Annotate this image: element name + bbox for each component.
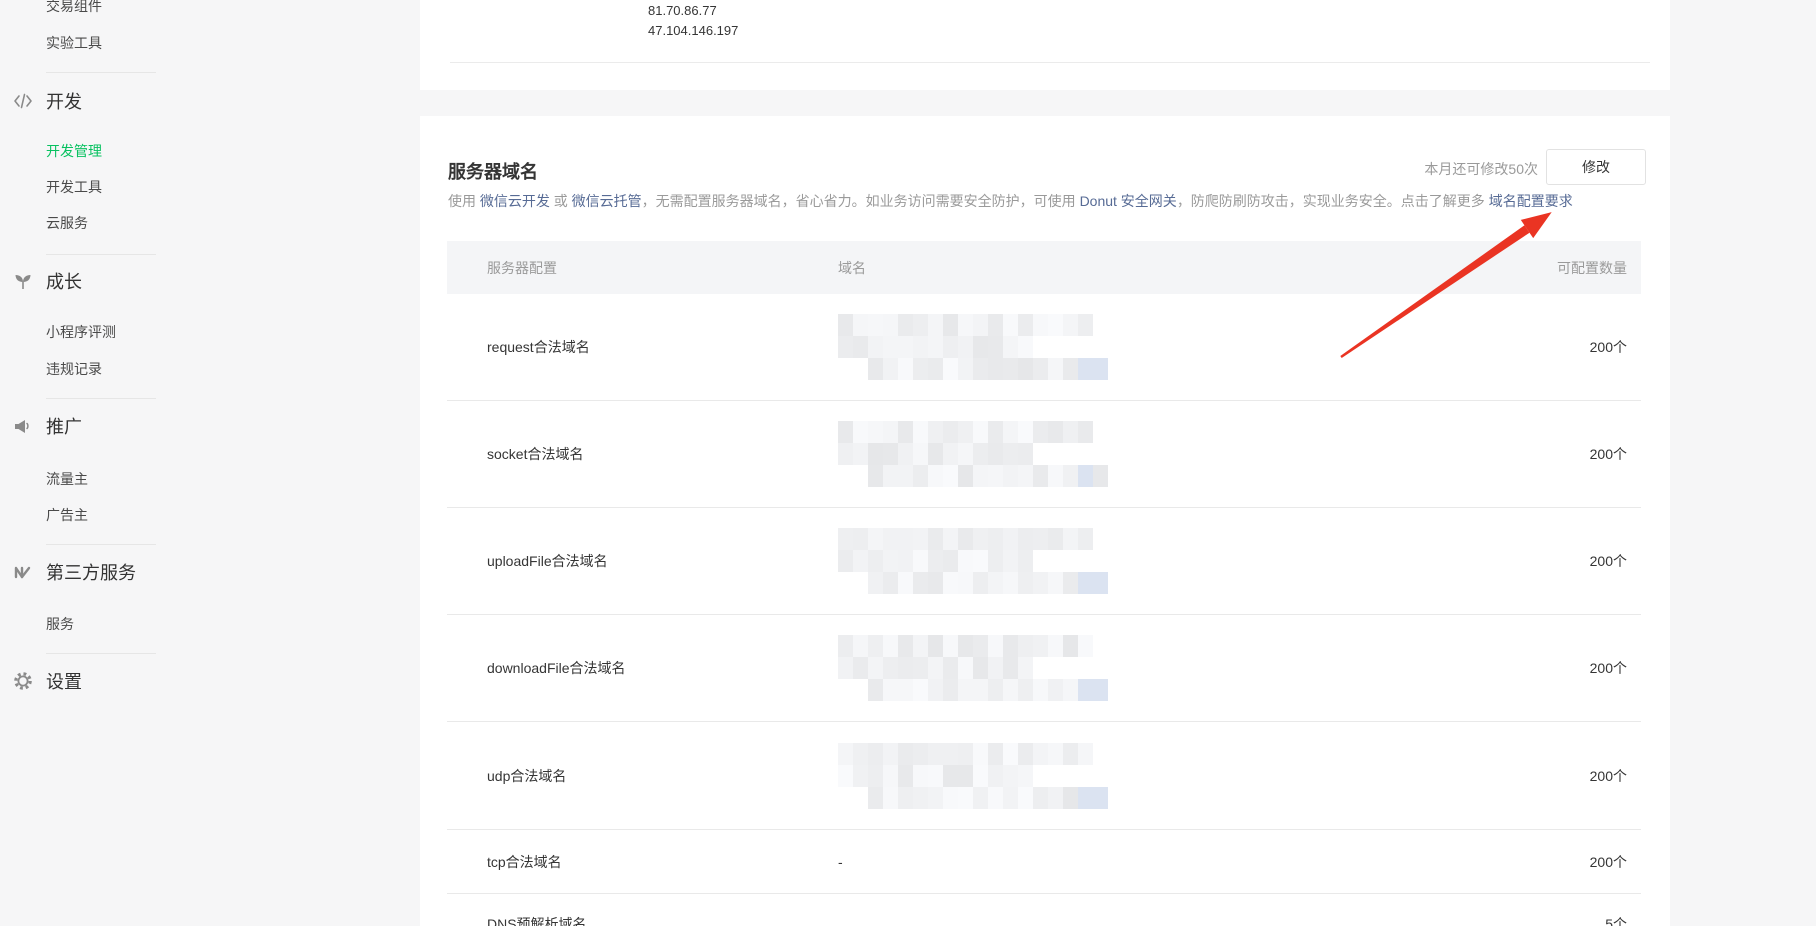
sidebar-item-label: 服务 (46, 614, 74, 634)
sidebar-item-label: 广告主 (46, 505, 88, 525)
sidebar: 交易组件 实验工具 开发 开发管理 开发工具 云服务 成长 小程序评测 (0, 0, 300, 926)
description-segment: ，无需配置服务器域名，省心省力。如业务访问需要安全防护，可使用 (642, 193, 1080, 209)
sprout-icon (12, 270, 34, 292)
card-divider (450, 62, 1650, 63)
quota-value: 5个 (1461, 914, 1641, 926)
server-domain-table: 服务器配置 域名 可配置数量 request合法域名 200个 socket合法… (447, 241, 1641, 926)
sidebar-item-cloud-service[interactable]: 云服务 (0, 211, 300, 235)
table-row: DNS预解析域名 5个 (447, 894, 1641, 926)
monthly-quota-note: 本月还可修改50次 (1424, 159, 1538, 179)
quota-value: 200个 (1461, 337, 1641, 357)
table-row: udp合法域名 200个 (447, 722, 1641, 830)
sidebar-item-label: 云服务 (46, 213, 88, 233)
sidebar-item-label: 交易组件 (46, 0, 102, 16)
redacted-domains-mosaic (838, 528, 1108, 594)
sidebar-divider (46, 544, 156, 545)
sidebar-divider (46, 72, 156, 73)
link-wechat-cloud-hosting[interactable]: 微信云托管 (572, 193, 642, 209)
config-type: tcp合法域名 (447, 852, 838, 872)
sidebar-item-traffic-owner[interactable]: 流量主 (0, 467, 300, 491)
sidebar-item-trade-components[interactable]: 交易组件 (0, 0, 300, 18)
description-segment: 使用 (448, 193, 480, 209)
redacted-domains-mosaic (838, 743, 1108, 809)
table-row: socket合法域名 200个 (447, 401, 1641, 508)
sidebar-group-label: 成长 (46, 268, 82, 294)
table-row: downloadFile合法域名 200个 (447, 615, 1641, 722)
quota-value: 200个 (1461, 852, 1641, 872)
sidebar-divider (46, 398, 156, 399)
quota-value: 200个 (1461, 766, 1641, 786)
code-icon (12, 90, 34, 112)
sidebar-divider (46, 653, 156, 654)
sidebar-group-label: 推广 (46, 413, 82, 439)
third-party-icon (12, 561, 34, 583)
sidebar-group-label: 设置 (46, 668, 82, 694)
sidebar-item-develop-tools[interactable]: 开发工具 (0, 175, 300, 199)
description-text: 使用 微信云开发 或 微信云托管，无需配置服务器域名，省心省力。如业务访问需要安… (448, 191, 1573, 211)
sidebar-item-label: 违规记录 (46, 359, 102, 379)
table-row: request合法域名 200个 (447, 294, 1641, 401)
column-header-config: 服务器配置 (447, 258, 838, 278)
quota-value: 200个 (1461, 551, 1641, 571)
config-type: DNS预解析域名 (447, 914, 838, 926)
sidebar-group-promotion[interactable]: 推广 (0, 414, 300, 438)
config-type: udp合法域名 (447, 766, 838, 786)
ip-whitelist-card: 81.70.86.77 47.104.146.197 (420, 0, 1670, 90)
sidebar-item-service[interactable]: 服务 (0, 612, 300, 636)
sidebar-item-experiment-tools[interactable]: 实验工具 (0, 31, 300, 55)
sidebar-item-develop-management[interactable]: 开发管理 (0, 139, 300, 163)
config-type: uploadFile合法域名 (447, 551, 838, 571)
sidebar-group-growth[interactable]: 成长 (0, 269, 300, 293)
sidebar-divider (46, 254, 156, 255)
config-type: request合法域名 (447, 337, 838, 357)
link-donut-security-gateway[interactable]: Donut 安全网关 (1080, 193, 1177, 209)
sidebar-item-miniprogram-evaluation[interactable]: 小程序评测 (0, 320, 300, 344)
table-row: tcp合法域名 - 200个 (447, 830, 1641, 894)
megaphone-icon (12, 415, 34, 437)
sidebar-group-settings[interactable]: 设置 (0, 669, 300, 693)
sidebar-group-label: 开发 (46, 88, 82, 114)
redacted-domains-mosaic (838, 421, 1108, 487)
description-segment: 或 (550, 193, 572, 209)
description-segment: ，防爬防刷防攻击，实现业务安全。点击了解更多 (1177, 193, 1489, 209)
column-header-quota: 可配置数量 (1461, 258, 1641, 278)
config-type: downloadFile合法域名 (447, 658, 838, 678)
quota-value: 200个 (1461, 444, 1641, 464)
domain-value: - (838, 854, 1461, 870)
sidebar-item-label: 开发管理 (46, 141, 102, 161)
redacted-domains-mosaic (838, 635, 1108, 701)
sidebar-item-advertiser[interactable]: 广告主 (0, 503, 300, 527)
sidebar-item-label: 实验工具 (46, 33, 102, 53)
gear-icon (12, 670, 34, 692)
config-type: socket合法域名 (447, 444, 838, 464)
ip-address: 81.70.86.77 (648, 2, 717, 20)
sidebar-group-label: 第三方服务 (46, 559, 136, 585)
page-title: 服务器域名 (448, 158, 538, 184)
sidebar-item-violation-records[interactable]: 违规记录 (0, 357, 300, 381)
ip-address: 47.104.146.197 (648, 22, 738, 40)
redacted-domains-mosaic (838, 314, 1108, 380)
link-domain-config-requirements[interactable]: 域名配置要求 (1489, 193, 1573, 209)
quota-value: 200个 (1461, 658, 1641, 678)
sidebar-group-develop[interactable]: 开发 (0, 89, 300, 113)
sidebar-item-label: 小程序评测 (46, 322, 116, 342)
table-header-row: 服务器配置 域名 可配置数量 (447, 241, 1641, 294)
link-wechat-cloud-dev[interactable]: 微信云开发 (480, 193, 550, 209)
modify-button[interactable]: 修改 (1546, 149, 1646, 185)
column-header-domain: 域名 (838, 258, 1461, 278)
table-row: uploadFile合法域名 200个 (447, 508, 1641, 615)
server-domain-card: 服务器域名 本月还可修改50次 修改 使用 微信云开发 或 微信云托管，无需配置… (420, 116, 1670, 926)
sidebar-item-label: 开发工具 (46, 177, 102, 197)
sidebar-item-label: 流量主 (46, 469, 88, 489)
sidebar-group-third-party-service[interactable]: 第三方服务 (0, 560, 300, 584)
